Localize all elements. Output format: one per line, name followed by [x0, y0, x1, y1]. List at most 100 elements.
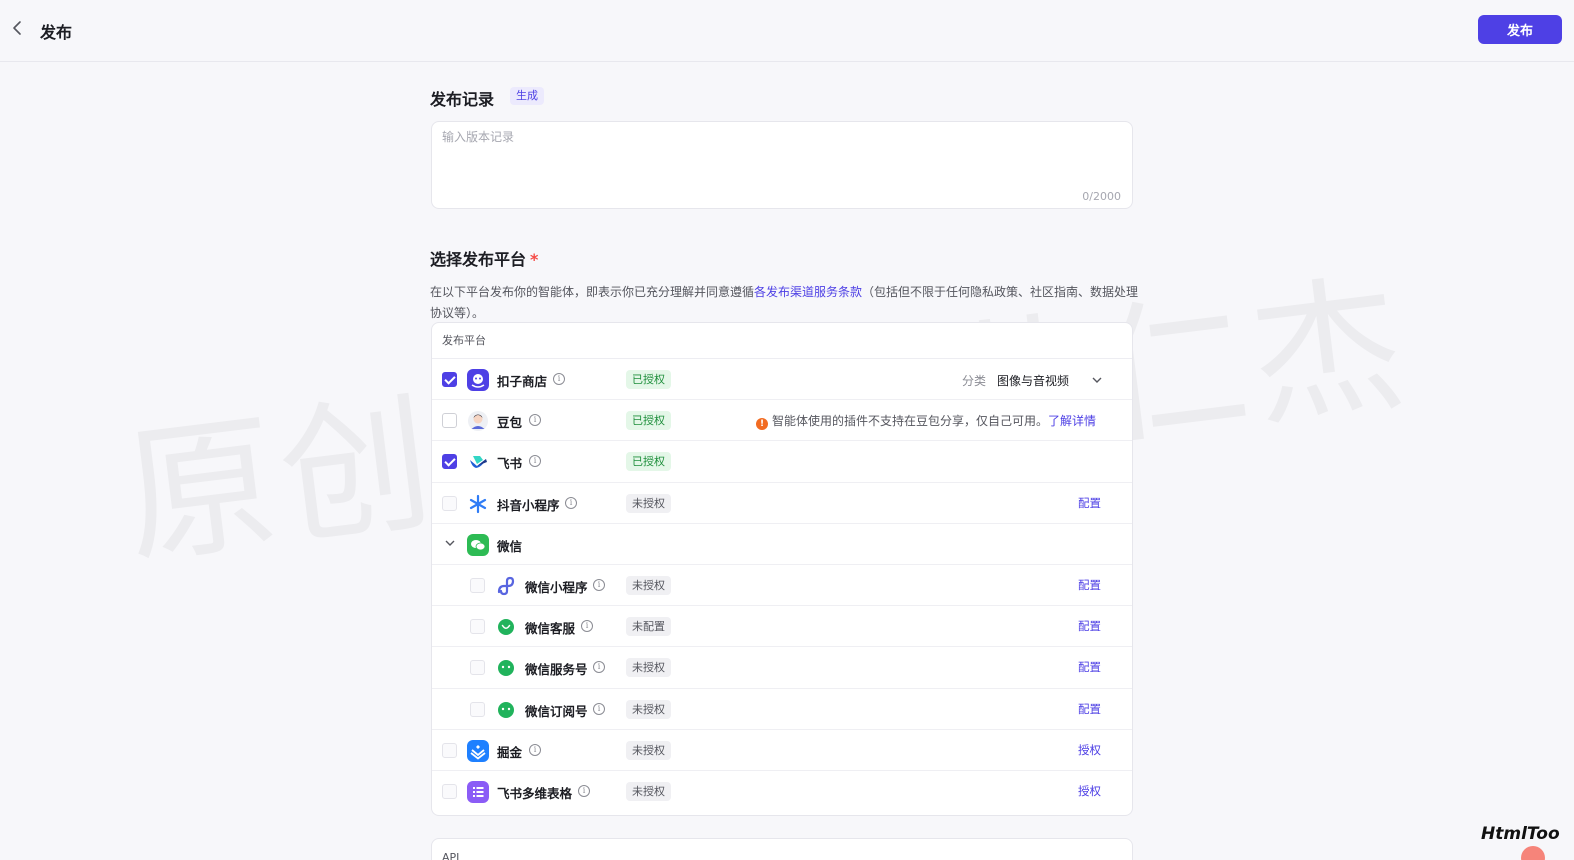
service-terms-link[interactable]: 各发布渠道服务条款 [754, 285, 862, 299]
platform-name: 飞书 [497, 456, 523, 472]
warning-text: 智能体使用的插件不支持在豆包分享，仅自己可用。 [772, 414, 1049, 429]
platform-group-wechat[interactable]: 微信 [432, 524, 1132, 565]
back-arrow-icon[interactable] [8, 18, 28, 38]
record-section-title: 发布记录 [430, 90, 495, 109]
feishu-bitable-icon [467, 780, 489, 803]
info-icon[interactable]: i [578, 784, 590, 797]
configure-link[interactable]: 配置 [1078, 495, 1101, 511]
platform-row-feishu: 飞书 i 已授权 [432, 441, 1132, 483]
table-header: 发布平台 [432, 323, 1132, 359]
doubao-avatar-icon [467, 410, 489, 432]
feishu-checkbox[interactable] [442, 454, 457, 470]
version-record-input[interactable] [442, 128, 1122, 188]
platform-row-feishu-bitable: 飞书多维表格 i 未授权 授权 [432, 771, 1132, 812]
info-icon[interactable]: i [529, 455, 541, 468]
platform-row-wechat-service: 微信客服 i 未配置 配置 [432, 606, 1132, 648]
char-counter: 0/2000 [1082, 190, 1121, 203]
category-select[interactable]: 分类 图像与音视频 [951, 366, 1111, 393]
api-label: API [442, 851, 460, 860]
platform-row-coze-store: 扣子商店 i 已授权 分类 图像与音视频 [432, 359, 1132, 401]
api-section: API [431, 838, 1133, 860]
platform-name: 微信客服 [525, 621, 576, 637]
doubao-warning: ! 智能体使用的插件不支持在豆包分享，仅自己可用。了解详情 [756, 412, 1096, 431]
status-badge: 已授权 [626, 411, 671, 431]
top-bar: 发布 发布 [0, 0, 1574, 62]
info-icon[interactable]: i [529, 414, 541, 427]
wechat-official-service-checkbox[interactable] [470, 660, 485, 676]
wechat-icon [467, 533, 489, 556]
douyin-miniapp-icon [467, 493, 489, 515]
wechat-official-service-icon [495, 657, 517, 679]
status-badge: 已授权 [626, 370, 671, 389]
feishu-logo-icon [467, 451, 489, 473]
coze-store-checkbox[interactable] [442, 372, 457, 387]
coze-store-icon [467, 369, 489, 391]
required-mark: * [530, 250, 539, 269]
chevron-down-icon [1092, 377, 1102, 383]
platform-name: 微信订阅号 [525, 703, 588, 719]
platform-name: 微信小程序 [525, 579, 588, 595]
generate-button[interactable]: 生成 [510, 87, 544, 105]
status-badge: 未授权 [626, 740, 671, 760]
authorize-link[interactable]: 授权 [1078, 742, 1101, 758]
juejin-icon [467, 739, 489, 762]
version-record-field: 0/2000 [431, 121, 1133, 209]
status-badge: 已授权 [626, 452, 671, 472]
juejin-checkbox[interactable] [442, 742, 457, 758]
wechat-subscription-checkbox[interactable] [470, 701, 485, 717]
learn-more-link[interactable]: 了解详情 [1048, 414, 1096, 428]
platform-row-wechat-miniapp: 微信小程序 i 未授权 配置 [432, 565, 1132, 607]
category-label: 分类 [962, 374, 987, 388]
platform-name: 微信服务号 [525, 662, 588, 678]
wechat-miniapp-checkbox[interactable] [470, 577, 485, 593]
platform-name: 抖音小程序 [497, 497, 560, 513]
status-badge: 未配置 [626, 617, 671, 637]
wechat-subscription-icon [495, 699, 517, 721]
info-icon[interactable]: i [565, 496, 577, 509]
doubao-checkbox[interactable] [442, 413, 457, 429]
platform-row-juejin: 掘金 i 未授权 授权 [432, 730, 1132, 771]
status-badge: 未授权 [626, 699, 671, 719]
info-icon[interactable]: i [593, 661, 605, 674]
status-badge: 未授权 [626, 781, 671, 801]
info-icon[interactable]: i [553, 373, 565, 385]
info-icon[interactable]: i [593, 702, 605, 715]
platform-name: 豆包 [497, 415, 523, 431]
platform-section-title-text: 选择发布平台 [430, 250, 527, 269]
category-value: 图像与音视频 [997, 374, 1070, 388]
assistant-avatar-icon[interactable] [1521, 846, 1545, 860]
platform-name: 飞书多维表格 [497, 785, 573, 801]
platform-row-wechat-official-service: 微信服务号 i 未授权 配置 [432, 647, 1132, 689]
configure-link[interactable]: 配置 [1078, 701, 1101, 717]
platform-section-title: 选择发布平台 * [430, 246, 538, 270]
platform-name: 掘金 [497, 744, 523, 760]
status-badge: 未授权 [626, 658, 671, 678]
douyin-miniapp-checkbox[interactable] [442, 495, 457, 511]
wechat-service-icon [495, 616, 517, 638]
feishu-bitable-checkbox[interactable] [442, 783, 457, 799]
status-badge: 未授权 [626, 493, 671, 513]
configure-link[interactable]: 配置 [1078, 659, 1101, 675]
authorize-link[interactable]: 授权 [1078, 783, 1101, 799]
info-icon[interactable]: i [581, 620, 593, 633]
platform-row-wechat-subscription: 微信订阅号 i 未授权 配置 [432, 689, 1132, 730]
platform-row-douyin-miniapp: 抖音小程序 i 未授权 配置 [432, 483, 1132, 524]
platform-row-doubao: 豆包 i 已授权 ! 智能体使用的插件不支持在豆包分享，仅自己可用。了解详情 [432, 400, 1132, 442]
terms-text-before: 在以下平台发布你的智能体，即表示你已充分理解并同意遵循 [430, 285, 755, 299]
configure-link[interactable]: 配置 [1078, 577, 1101, 593]
info-icon[interactable]: i [593, 578, 605, 591]
brand-logo: HtmlToo [1481, 824, 1560, 844]
publish-button[interactable]: 发布 [1478, 15, 1562, 44]
platform-table: 发布平台 扣子商店 i 已授权 分类 图像与音视频 豆包 i 已授权 ! 智能体使… [431, 322, 1133, 816]
status-badge: 未授权 [626, 575, 671, 595]
wechat-miniapp-icon [495, 575, 517, 597]
platform-terms-notice: 在以下平台发布你的智能体，即表示你已充分理解并同意遵循各发布渠道服务条款（包括但… [430, 282, 1140, 324]
page-title: 发布 [40, 23, 73, 42]
wechat-service-checkbox[interactable] [470, 619, 485, 635]
platform-name: 微信 [497, 538, 523, 554]
warning-icon: ! [756, 418, 768, 431]
platform-name: 扣子商店 [497, 374, 548, 389]
info-icon[interactable]: i [529, 743, 541, 756]
configure-link[interactable]: 配置 [1078, 618, 1101, 634]
chevron-down-icon[interactable] [443, 536, 457, 550]
